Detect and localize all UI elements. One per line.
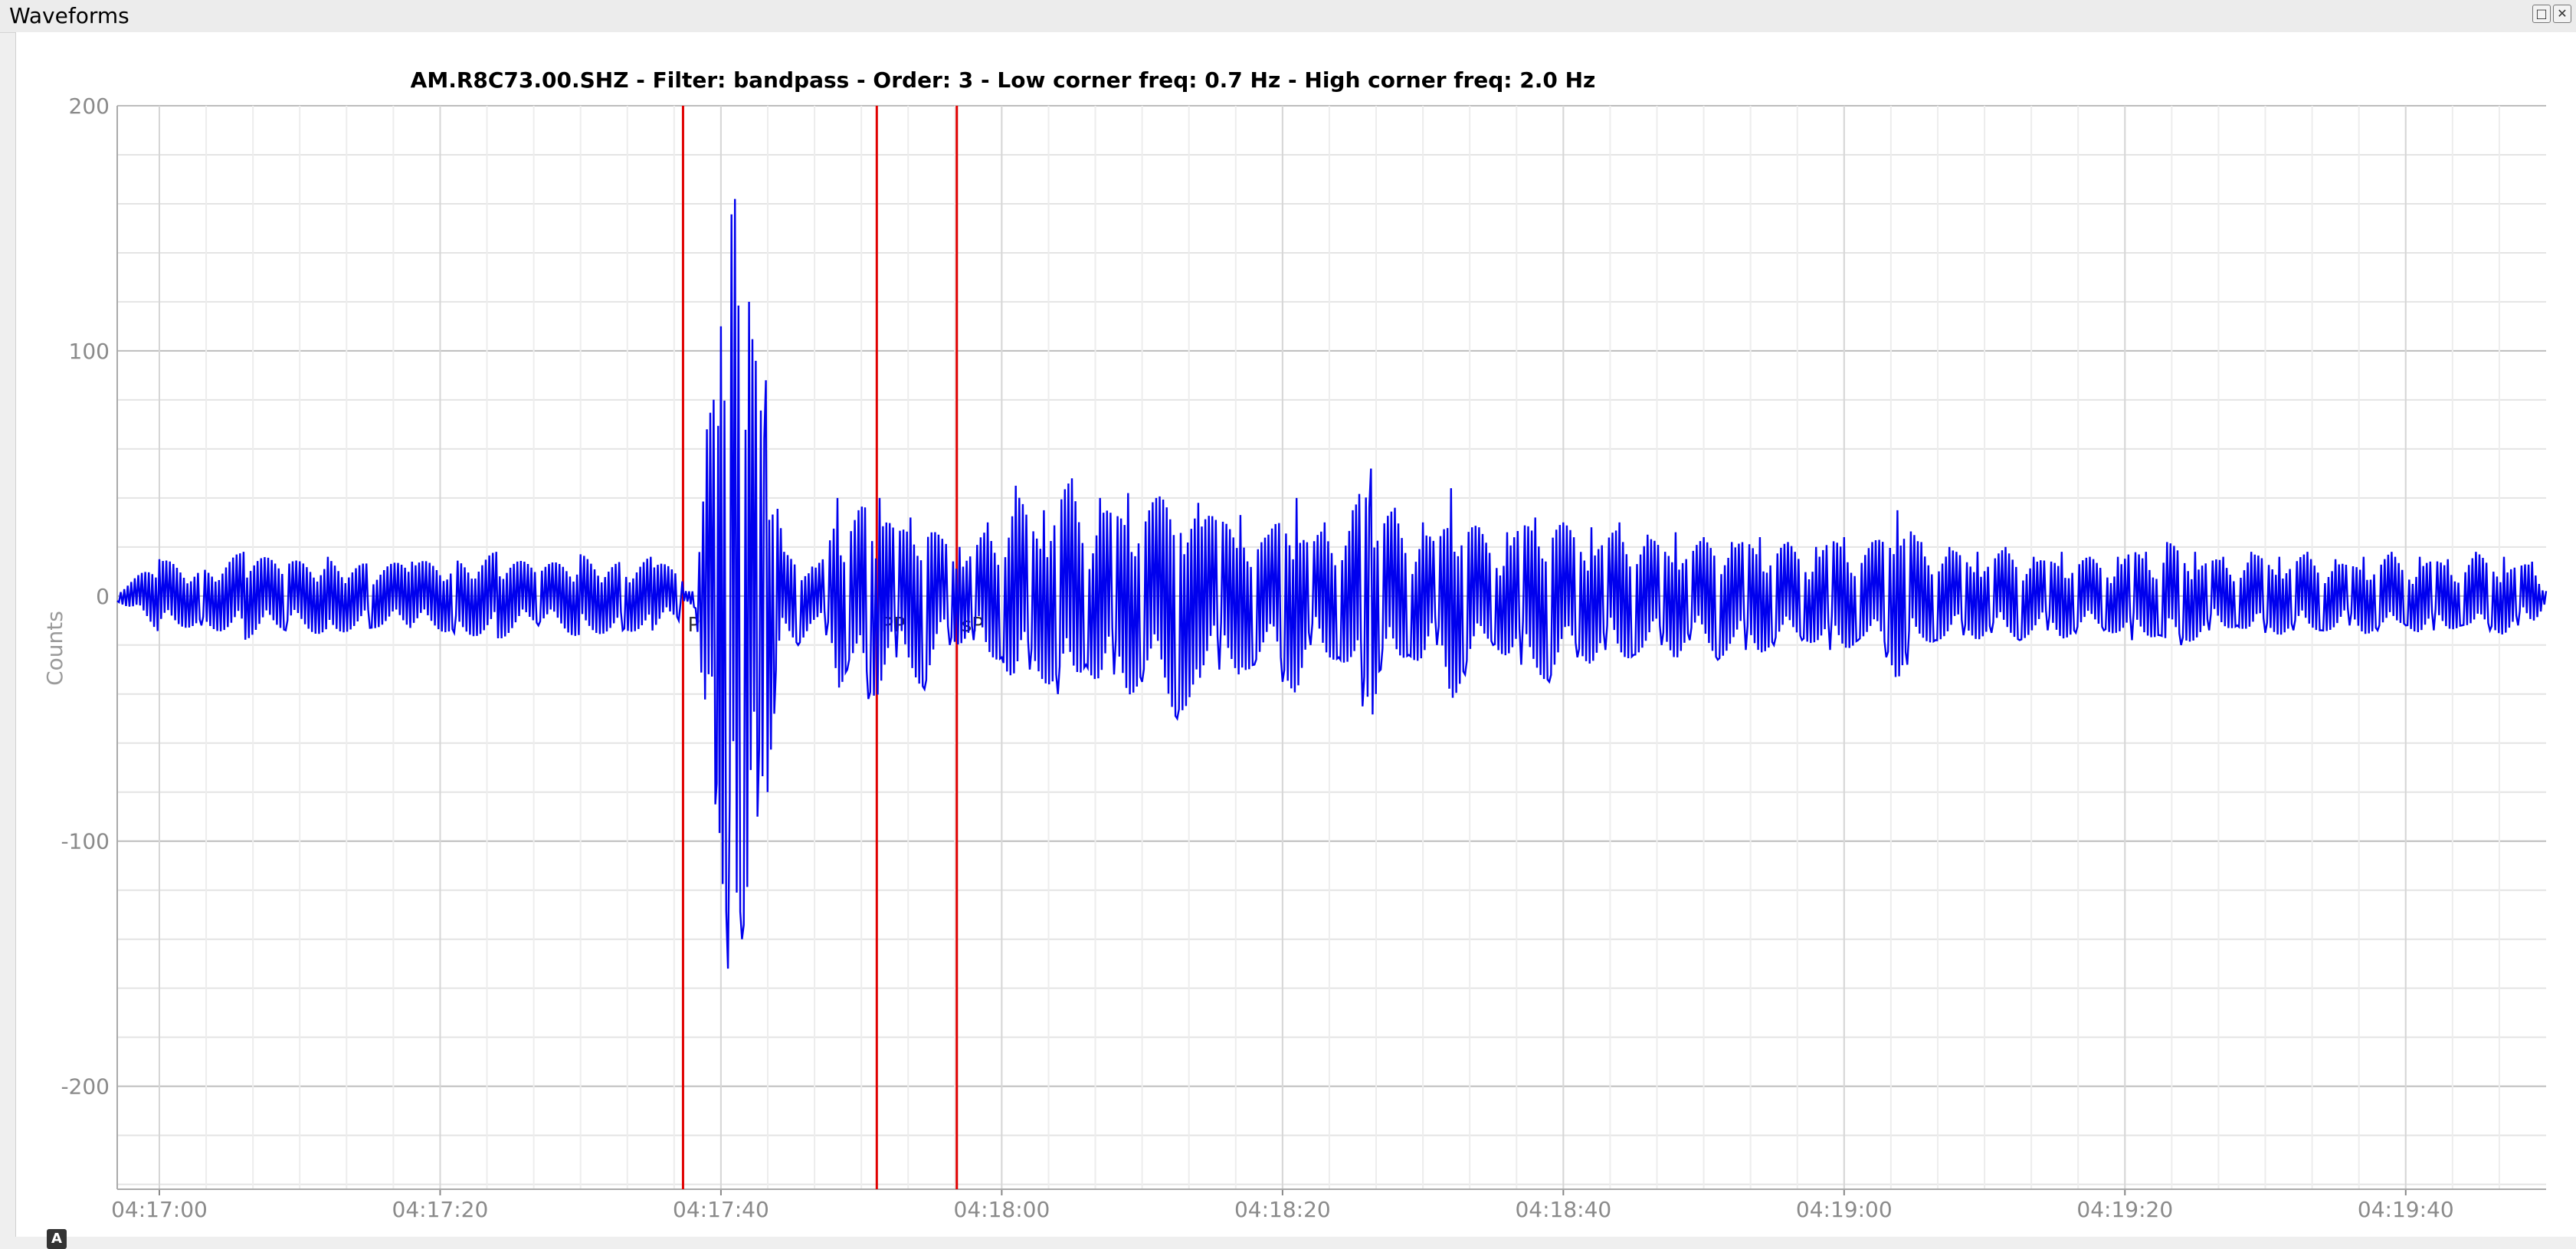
y-tick-label: -200 bbox=[61, 1074, 110, 1100]
x-tick-label: 04:17:00 bbox=[111, 1197, 208, 1222]
waveform-line bbox=[116, 198, 2548, 969]
x-tick-label: 04:19:00 bbox=[1796, 1197, 1893, 1222]
x-tick-label: 04:18:00 bbox=[954, 1197, 1050, 1222]
y-tick-label: -100 bbox=[61, 829, 110, 854]
close-icon[interactable]: ✕ bbox=[2553, 5, 2571, 23]
waveform-chart[interactable]: 200 100 0 -100 -200 04:17:00 04:17:20 04:17:40 0… bbox=[16, 32, 2576, 1237]
window-title: Waveforms bbox=[9, 3, 129, 28]
x-tick-label: 04:19:20 bbox=[2076, 1197, 2173, 1222]
chart-title: AM.R8C73.00.SHZ - Filter: bandpass - Ord… bbox=[411, 67, 1596, 93]
x-tick-label: 04:17:20 bbox=[392, 1197, 489, 1222]
waveform-trace bbox=[116, 198, 2548, 969]
plot-grid bbox=[117, 105, 2546, 1189]
axis-ticks: 200 100 0 -100 -200 04:17:00 04:17:20 04:17:40 0… bbox=[61, 93, 2546, 1222]
y-tick-label: 200 bbox=[69, 93, 110, 119]
axis-badge[interactable]: A bbox=[47, 1229, 67, 1249]
waveform-panel[interactable]: 200 100 0 -100 -200 04:17:00 04:17:20 04:17:40 0… bbox=[15, 32, 2576, 1249]
x-tick-label: 04:17:40 bbox=[673, 1197, 769, 1222]
window-titlebar: Waveforms □ ✕ bbox=[0, 0, 2576, 33]
y-tick-label: 0 bbox=[96, 584, 110, 609]
y-axis-label: Counts bbox=[42, 611, 67, 686]
x-tick-label: 04:19:40 bbox=[2358, 1197, 2454, 1222]
y-tick-label: 100 bbox=[69, 339, 110, 364]
float-icon[interactable]: □ bbox=[2532, 5, 2551, 23]
x-tick-label: 04:18:20 bbox=[1234, 1197, 1331, 1222]
x-tick-label: 04:18:40 bbox=[1515, 1197, 1611, 1222]
phase-markers: P PP sP bbox=[681, 106, 984, 1189]
